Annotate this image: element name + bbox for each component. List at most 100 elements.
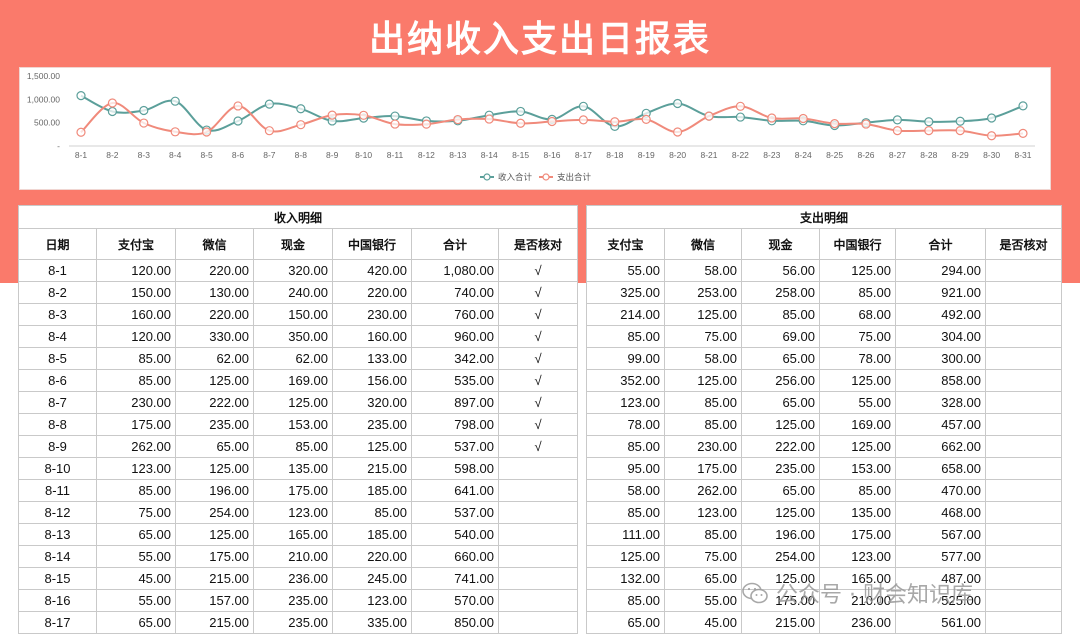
income-cell[interactable]: 262.00 — [96, 435, 176, 458]
expense-cell[interactable]: 65.00 — [741, 391, 820, 414]
income-cell[interactable]: 320.00 — [332, 391, 412, 414]
income-cell[interactable]: 85.00 — [96, 347, 176, 370]
expense-cell[interactable]: 125.00 — [586, 545, 665, 568]
income-cell[interactable]: 135.00 — [253, 457, 333, 480]
expense-cell[interactable]: 325.00 — [586, 281, 665, 304]
expense-cell[interactable] — [984, 391, 1063, 414]
income-cell[interactable]: 222.00 — [175, 391, 254, 414]
income-cell[interactable]: √ — [497, 347, 579, 370]
income-cell[interactable]: 8-8 — [18, 413, 97, 436]
income-cell[interactable]: 245.00 — [332, 567, 412, 590]
income-cell[interactable]: 175.00 — [175, 545, 254, 568]
expense-cell[interactable]: 125.00 — [741, 413, 820, 436]
expense-cell[interactable]: 85.00 — [586, 435, 665, 458]
income-cell[interactable]: 8-17 — [18, 611, 97, 634]
expense-cell[interactable]: 214.00 — [586, 303, 665, 326]
income-cell[interactable]: 160.00 — [96, 303, 176, 326]
income-cell[interactable]: 133.00 — [332, 347, 412, 370]
income-cell[interactable]: 1,080.00 — [411, 259, 499, 282]
expense-cell[interactable]: 65.00 — [586, 611, 665, 634]
income-cell[interactable]: 55.00 — [96, 545, 176, 568]
expense-cell[interactable]: 85.00 — [664, 413, 742, 436]
income-cell[interactable]: √ — [497, 413, 579, 436]
expense-cell[interactable]: 352.00 — [586, 369, 665, 392]
income-cell[interactable]: 960.00 — [411, 325, 499, 348]
income-cell[interactable]: 220.00 — [332, 545, 412, 568]
expense-cell[interactable]: 256.00 — [741, 369, 820, 392]
income-cell[interactable]: 235.00 — [175, 413, 254, 436]
income-cell[interactable]: 254.00 — [175, 501, 254, 524]
income-cell[interactable]: 760.00 — [411, 303, 499, 326]
expense-cell[interactable] — [984, 281, 1063, 304]
income-cell[interactable]: 8-3 — [18, 303, 97, 326]
income-cell[interactable]: 537.00 — [411, 501, 499, 524]
income-cell[interactable]: 125.00 — [175, 369, 254, 392]
income-cell[interactable]: 120.00 — [96, 325, 176, 348]
income-cell[interactable]: 540.00 — [411, 523, 499, 546]
expense-cell[interactable]: 58.00 — [664, 259, 742, 282]
income-cell[interactable]: 220.00 — [175, 303, 254, 326]
income-cell[interactable]: 75.00 — [96, 501, 176, 524]
income-cell[interactable]: 150.00 — [96, 281, 176, 304]
income-cell[interactable]: 153.00 — [253, 413, 333, 436]
expense-cell[interactable]: 95.00 — [586, 457, 665, 480]
expense-cell[interactable]: 99.00 — [586, 347, 665, 370]
income-cell[interactable]: 235.00 — [253, 611, 333, 634]
income-cell[interactable]: 175.00 — [253, 479, 333, 502]
expense-cell[interactable]: 125.00 — [741, 501, 820, 524]
expense-cell[interactable]: 85.00 — [664, 523, 742, 546]
income-cell[interactable]: 160.00 — [332, 325, 412, 348]
income-cell[interactable]: 8-10 — [18, 457, 97, 480]
expense-cell[interactable]: 328.00 — [895, 391, 986, 414]
expense-cell[interactable]: 75.00 — [664, 325, 742, 348]
income-cell[interactable]: 157.00 — [175, 589, 254, 612]
income-cell[interactable]: 125.00 — [253, 391, 333, 414]
expense-cell[interactable]: 567.00 — [895, 523, 986, 546]
expense-cell[interactable]: 125.00 — [819, 259, 896, 282]
income-cell[interactable]: 210.00 — [253, 545, 333, 568]
income-cell[interactable]: 175.00 — [96, 413, 176, 436]
income-cell[interactable] — [497, 479, 579, 502]
income-cell[interactable] — [497, 457, 579, 480]
income-cell[interactable]: √ — [497, 303, 579, 326]
income-cell[interactable]: 420.00 — [332, 259, 412, 282]
expense-cell[interactable] — [984, 545, 1063, 568]
income-cell[interactable]: 235.00 — [253, 589, 333, 612]
income-cell[interactable]: 8-11 — [18, 479, 97, 502]
expense-cell[interactable]: 175.00 — [819, 523, 896, 546]
income-cell[interactable]: 335.00 — [332, 611, 412, 634]
income-cell[interactable]: 8-6 — [18, 369, 97, 392]
expense-cell[interactable]: 236.00 — [819, 611, 896, 634]
income-cell[interactable]: 62.00 — [175, 347, 254, 370]
expense-cell[interactable]: 85.00 — [819, 281, 896, 304]
expense-cell[interactable]: 55.00 — [664, 589, 742, 612]
expense-cell[interactable]: 68.00 — [819, 303, 896, 326]
income-cell[interactable]: 65.00 — [175, 435, 254, 458]
expense-cell[interactable]: 132.00 — [586, 567, 665, 590]
expense-cell[interactable]: 55.00 — [819, 391, 896, 414]
income-cell[interactable]: 236.00 — [253, 567, 333, 590]
expense-cell[interactable] — [984, 325, 1063, 348]
income-cell[interactable]: 85.00 — [96, 479, 176, 502]
expense-cell[interactable] — [984, 457, 1063, 480]
income-cell[interactable]: √ — [497, 369, 579, 392]
expense-cell[interactable]: 85.00 — [586, 589, 665, 612]
expense-cell[interactable]: 262.00 — [664, 479, 742, 502]
income-cell[interactable]: 65.00 — [96, 611, 176, 634]
income-cell[interactable]: 185.00 — [332, 479, 412, 502]
expense-cell[interactable]: 235.00 — [741, 457, 820, 480]
expense-cell[interactable]: 78.00 — [586, 413, 665, 436]
expense-cell[interactable]: 125.00 — [819, 369, 896, 392]
income-cell[interactable]: 240.00 — [253, 281, 333, 304]
income-cell[interactable]: √ — [497, 391, 579, 414]
income-cell[interactable]: 62.00 — [253, 347, 333, 370]
income-cell[interactable]: 350.00 — [253, 325, 333, 348]
income-cell[interactable]: 850.00 — [411, 611, 499, 634]
income-cell[interactable]: 150.00 — [253, 303, 333, 326]
income-cell[interactable]: 8-1 — [18, 259, 97, 282]
expense-cell[interactable] — [984, 523, 1063, 546]
income-cell[interactable]: 215.00 — [175, 567, 254, 590]
expense-cell[interactable]: 561.00 — [895, 611, 986, 634]
income-cell[interactable]: 660.00 — [411, 545, 499, 568]
expense-cell[interactable]: 135.00 — [819, 501, 896, 524]
